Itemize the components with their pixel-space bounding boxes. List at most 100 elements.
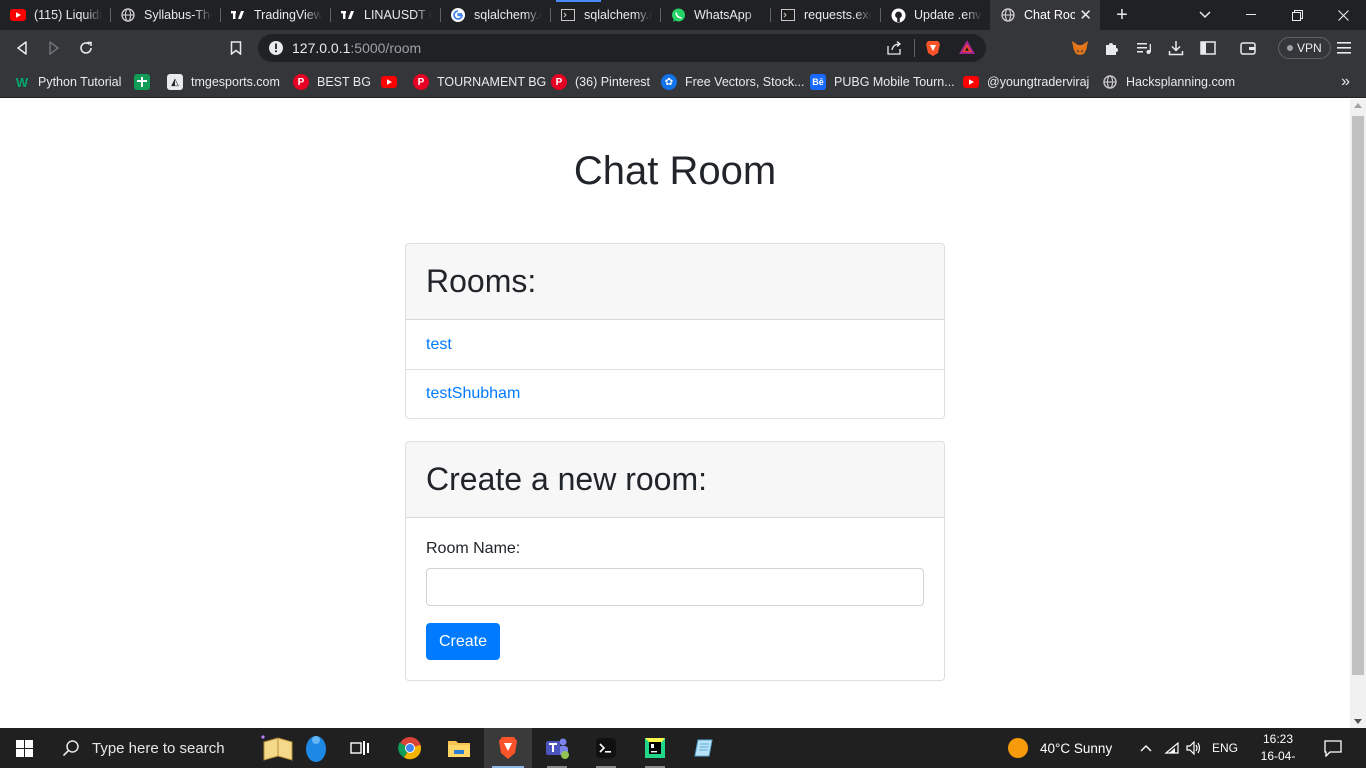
sidebar-button[interactable] xyxy=(1196,36,1220,60)
metamask-extension-button[interactable] xyxy=(1068,36,1092,60)
bookmark-item[interactable]: @youngtraderviraj xyxy=(963,72,1089,92)
teams-icon xyxy=(546,738,569,759)
vpn-button[interactable]: VPN xyxy=(1278,37,1331,59)
tab-title: WhatsApp xyxy=(694,8,752,22)
share-icon[interactable] xyxy=(886,40,902,61)
brave-taskbar-button[interactable] xyxy=(484,728,532,768)
tab-title: sqlalchemy.ex xyxy=(584,8,652,22)
volume-button[interactable] xyxy=(1186,728,1202,768)
bookmark-item[interactable]: ◭ tmgesports.com xyxy=(167,72,280,92)
room-list-item: test xyxy=(406,320,944,369)
rooms-heading: Rooms: xyxy=(426,263,537,299)
browser-tab[interactable]: LINAUSDT 0.0 xyxy=(330,0,440,30)
teams-taskbar-button[interactable] xyxy=(533,728,581,768)
file-explorer-taskbar-button[interactable] xyxy=(435,728,483,768)
scroll-up-arrow-icon[interactable] xyxy=(1354,103,1362,108)
browser-tab[interactable]: (115) Liquidity xyxy=(0,0,110,30)
reload-icon xyxy=(80,41,92,54)
freepik-icon: ✿ xyxy=(661,74,677,90)
rooms-card: Rooms: test testShubham xyxy=(405,243,945,419)
clock-date: 16-04-2023 xyxy=(1260,749,1296,768)
url-text: 127.0.0.1:5000/room xyxy=(292,40,421,56)
create-room-button[interactable]: Create xyxy=(426,623,501,660)
close-tab-icon[interactable]: ✕ xyxy=(1079,6,1092,24)
notepad-taskbar-button[interactable] xyxy=(680,728,728,768)
github-icon xyxy=(890,7,906,23)
bookmark-label: Python Tutorial xyxy=(38,75,122,89)
network-button[interactable] xyxy=(1164,728,1180,768)
bookmark-label: TOURNAMENT BG xyxy=(437,75,547,89)
create-room-form: Room Name: Create xyxy=(406,518,944,680)
terminal-taskbar-button[interactable] xyxy=(582,728,630,768)
address-bar[interactable]: 127.0.0.1:5000/room xyxy=(258,34,986,62)
restore-button[interactable] xyxy=(1274,0,1320,30)
extensions-button[interactable] xyxy=(1100,36,1124,60)
pycharm-taskbar-button[interactable] xyxy=(631,728,679,768)
browser-tab[interactable]: Syllabus-Theo xyxy=(110,0,220,30)
pinterest-icon: P xyxy=(551,74,567,90)
tab-loading-bar xyxy=(556,0,601,2)
browser-menu-button[interactable] xyxy=(1332,36,1356,60)
taskbar-search-box[interactable]: Type here to search xyxy=(48,728,338,768)
bookmark-item[interactable]: Bē PUBG Mobile Tourn... xyxy=(810,72,955,92)
start-button[interactable] xyxy=(0,728,48,768)
bookmark-icon xyxy=(230,41,242,55)
browser-tab[interactable]: sqlalchemy.ex xyxy=(440,0,550,30)
scrollbar-thumb[interactable] xyxy=(1352,116,1364,675)
bookmark-page-button[interactable] xyxy=(224,36,248,60)
restore-icon xyxy=(1291,9,1303,21)
brave-shields-icon[interactable] xyxy=(924,39,942,62)
browser-tab-active[interactable]: Chat Room ✕ xyxy=(990,0,1100,30)
input-language-button[interactable]: ENG xyxy=(1212,728,1238,768)
taskbar-search-placeholder: Type here to search xyxy=(92,739,225,757)
bookmark-item[interactable] xyxy=(381,72,397,92)
close-window-button[interactable] xyxy=(1320,0,1366,30)
bookmark-item[interactable]: P (36) Pinterest xyxy=(551,72,650,92)
room-link[interactable]: test xyxy=(426,336,452,354)
reading-list-button[interactable] xyxy=(1132,36,1156,60)
tab-search-button[interactable] xyxy=(1190,0,1220,30)
tmg-icon: ◭ xyxy=(167,74,183,90)
minimize-button[interactable] xyxy=(1228,0,1274,30)
reload-button[interactable] xyxy=(74,36,98,60)
bookmarks-bar: W Python Tutorial ◭ tmgesports.com P BES… xyxy=(0,66,1366,98)
sheets-icon xyxy=(134,74,150,90)
page-scrollbar[interactable] xyxy=(1350,99,1366,728)
room-name-input[interactable] xyxy=(426,568,924,606)
site-info-icon[interactable] xyxy=(268,40,284,61)
bookmark-item[interactable] xyxy=(134,72,150,92)
bookmark-item[interactable]: ✿ Free Vectors, Stock... xyxy=(661,72,805,92)
notifications-button[interactable] xyxy=(1324,728,1342,768)
scroll-down-arrow-icon[interactable] xyxy=(1354,719,1362,724)
chrome-icon xyxy=(398,737,422,760)
downloads-button[interactable] xyxy=(1164,36,1188,60)
browser-tab[interactable]: sqlalchemy.ex xyxy=(550,0,660,30)
weather-widget[interactable]: 40°C Sunny xyxy=(1008,728,1112,768)
room-link[interactable]: testShubham xyxy=(426,385,520,403)
wallet-button[interactable] xyxy=(1236,36,1260,60)
bookmark-item[interactable]: W Python Tutorial xyxy=(14,72,122,92)
bookmark-item[interactable]: Hacksplanning.com xyxy=(1102,72,1235,92)
browser-tab[interactable]: WhatsApp xyxy=(660,0,770,30)
tab-title: Syllabus-Theo xyxy=(144,8,212,22)
show-hidden-icons-button[interactable] xyxy=(1140,728,1152,768)
bookmark-item[interactable]: P BEST BG xyxy=(293,72,371,92)
youtube-icon xyxy=(10,7,26,23)
bookmark-item[interactable]: P TOURNAMENT BG xyxy=(413,72,546,92)
brave-lion-icon xyxy=(499,737,517,759)
brave-rewards-icon[interactable] xyxy=(958,39,976,60)
browser-tab[interactable]: requests.exce xyxy=(770,0,880,30)
minimize-icon xyxy=(1246,14,1256,15)
bookmarks-overflow-chevron-icon[interactable]: » xyxy=(1341,73,1350,91)
divider xyxy=(914,39,915,57)
forward-button[interactable] xyxy=(42,36,66,60)
new-tab-button[interactable]: + xyxy=(1100,0,1144,30)
back-button[interactable] xyxy=(10,36,34,60)
search-highlight-icon[interactable] xyxy=(258,734,334,768)
browser-tab[interactable]: TradingView - xyxy=(220,0,330,30)
taskbar-clock[interactable]: 16:23 16-04-2023 xyxy=(1250,731,1306,768)
task-view-button[interactable] xyxy=(336,728,384,768)
chrome-taskbar-button[interactable] xyxy=(386,728,434,768)
browser-tab[interactable]: Update .env - xyxy=(880,0,990,30)
browser-toolbar: 127.0.0.1:5000/room VPN xyxy=(0,30,1366,66)
